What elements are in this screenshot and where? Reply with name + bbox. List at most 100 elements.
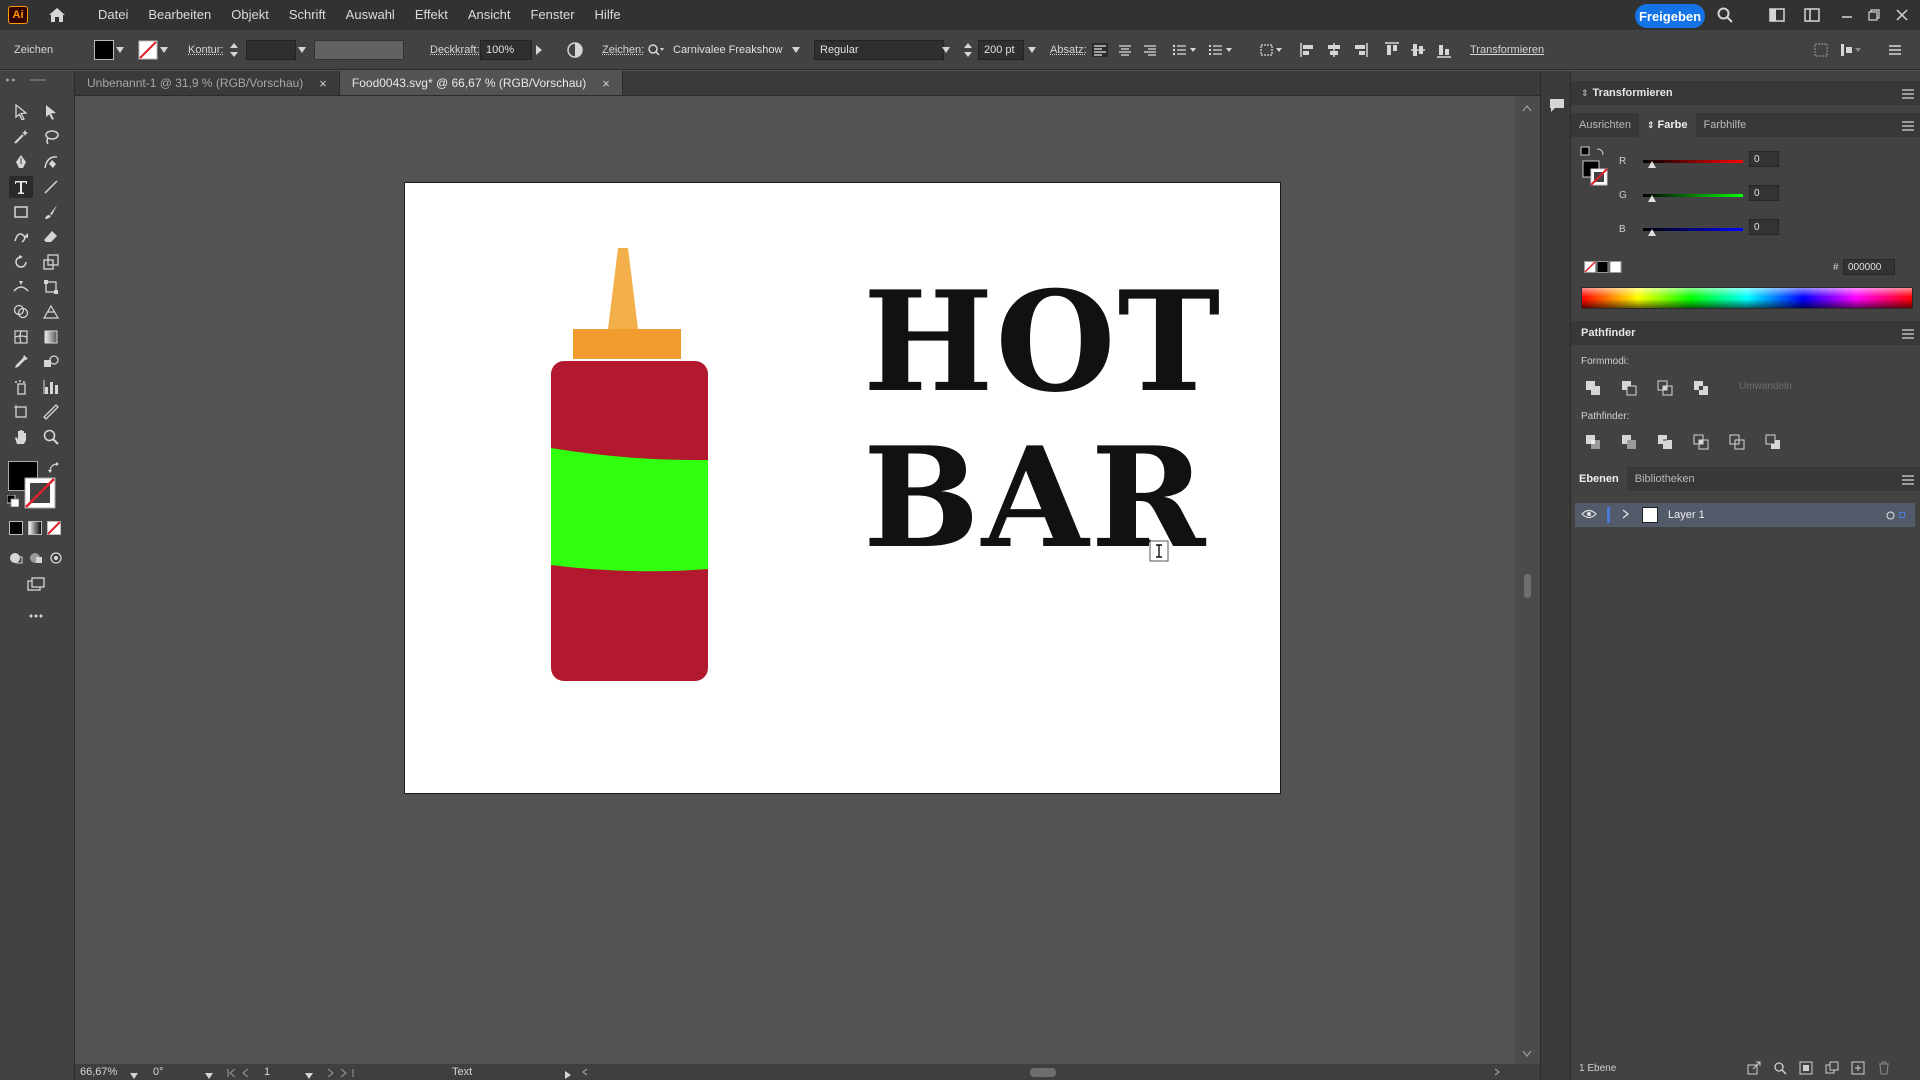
font-size-stepper[interactable] [964, 30, 972, 70]
new-sublayer-icon[interactable] [1825, 1061, 1839, 1075]
minus-back-icon[interactable] [1765, 434, 1781, 450]
free-transform-tool-icon[interactable] [39, 276, 63, 298]
blue-slider[interactable] [1643, 228, 1743, 231]
pen-tool-icon[interactable] [9, 151, 33, 173]
type-tool-icon[interactable] [9, 176, 33, 198]
chevron-right-icon[interactable] [536, 30, 542, 70]
chevron-down-icon[interactable] [130, 1068, 138, 1080]
chevron-down-icon[interactable] [205, 1068, 213, 1080]
stroke-stepper[interactable] [230, 30, 238, 70]
chevron-right-icon[interactable] [565, 1068, 571, 1080]
variable-width-profile[interactable] [314, 30, 404, 70]
tab-farbe[interactable]: ⇕ Farbe [1639, 113, 1696, 137]
opacity-field[interactable]: 100% [480, 40, 532, 60]
color-mode-icon[interactable] [9, 521, 23, 535]
share-button[interactable]: Freigeben [1635, 4, 1705, 28]
line-segment-tool-icon[interactable] [39, 176, 63, 198]
paragraph-label[interactable]: Absatz: [1050, 44, 1087, 56]
color-spectrum[interactable] [1581, 287, 1913, 309]
menu-bearbeiten[interactable]: Bearbeiten [138, 0, 221, 30]
slice-tool-icon[interactable] [39, 401, 63, 423]
mesh-tool-icon[interactable] [9, 326, 33, 348]
new-layer-icon[interactable] [1851, 1061, 1865, 1075]
red-slider-thumb[interactable] [1648, 161, 1656, 168]
headline-hot[interactable]: HOT [863, 273, 1222, 411]
align-to-icon[interactable] [1260, 30, 1284, 70]
eraser-tool-icon[interactable] [39, 226, 63, 248]
bullet-list-icon[interactable] [1172, 30, 1198, 70]
rotation-field[interactable]: 0° [153, 1066, 164, 1078]
quick-swatches[interactable] [1584, 260, 1624, 274]
artboard[interactable]: HOT BAR [404, 182, 1281, 794]
opacity-label[interactable]: Deckkraft: [430, 44, 480, 56]
rotate-tool-icon[interactable] [9, 251, 33, 273]
stroke-label[interactable]: Kontur: [188, 44, 223, 56]
minus-front-icon[interactable] [1621, 380, 1637, 396]
edit-toolbar-icon[interactable] [24, 605, 48, 627]
magic-wand-tool-icon[interactable] [9, 126, 33, 148]
align-bottom-objects-icon[interactable] [1436, 30, 1452, 70]
export-icon[interactable] [1747, 1061, 1761, 1075]
none-mode-icon[interactable] [47, 521, 61, 535]
tab-ausrichten[interactable]: Ausrichten [1571, 113, 1639, 137]
green-slider-thumb[interactable] [1648, 195, 1656, 202]
unite-icon[interactable] [1585, 380, 1601, 396]
symbol-sprayer-tool-icon[interactable] [9, 376, 33, 398]
width-tool-icon[interactable] [9, 276, 33, 298]
blue-value-field[interactable]: 0 [1749, 219, 1779, 235]
artboard-number-field[interactable]: 1 [264, 1066, 270, 1078]
chevron-down-icon[interactable] [1028, 30, 1036, 70]
default-colors-icon[interactable] [7, 495, 19, 507]
layer-target-icon[interactable] [1886, 511, 1895, 520]
red-slider[interactable] [1643, 160, 1743, 163]
hex-value-field[interactable]: 000000 [1843, 259, 1895, 275]
menu-schrift[interactable]: Schrift [279, 0, 336, 30]
align-top-objects-icon[interactable] [1384, 30, 1400, 70]
rectangle-tool-icon[interactable] [9, 201, 33, 223]
chevron-down-icon[interactable] [305, 1068, 313, 1080]
arrange-icon[interactable] [1840, 30, 1862, 70]
menu-hilfe[interactable]: Hilfe [585, 0, 631, 30]
menu-fenster[interactable]: Fenster [520, 0, 584, 30]
panel-menu-icon[interactable] [1902, 474, 1914, 484]
visibility-eye-icon[interactable] [1581, 508, 1603, 522]
hand-tool-icon[interactable] [9, 426, 33, 448]
artboard-tool-icon[interactable] [9, 401, 33, 423]
shaper-tool-icon[interactable] [9, 226, 33, 248]
gradient-mode-icon[interactable] [28, 521, 42, 535]
expand-layer-icon[interactable] [1622, 508, 1638, 522]
merge-icon[interactable] [1657, 434, 1673, 450]
divide-icon[interactable] [1585, 434, 1601, 450]
trim-icon[interactable] [1621, 434, 1637, 450]
arrange-documents-icon[interactable] [1803, 6, 1821, 24]
menu-auswahl[interactable]: Auswahl [336, 0, 405, 30]
clipping-mask-icon[interactable] [1799, 1061, 1813, 1075]
close-icon[interactable]: × [602, 76, 610, 91]
home-icon[interactable] [46, 4, 68, 26]
close-icon[interactable]: × [319, 76, 327, 91]
close-icon[interactable] [1893, 6, 1911, 24]
align-left-objects-icon[interactable] [1300, 30, 1316, 70]
panel-menu-icon[interactable] [1902, 88, 1914, 98]
transform-link[interactable]: Transformieren [1470, 44, 1544, 56]
red-value-field[interactable]: 0 [1749, 151, 1779, 167]
font-search-icon[interactable] [648, 30, 664, 70]
stroke-weight-field[interactable] [246, 30, 308, 70]
intersect-icon[interactable] [1657, 380, 1673, 396]
workspace-icon[interactable] [1768, 6, 1786, 24]
layer-name[interactable]: Layer 1 [1668, 509, 1705, 521]
column-graph-tool-icon[interactable] [39, 376, 63, 398]
curvature-tool-icon[interactable] [39, 151, 63, 173]
comments-icon[interactable] [1549, 97, 1565, 113]
align-center-icon[interactable] [1117, 30, 1133, 70]
chevron-down-icon[interactable] [792, 30, 800, 70]
blue-slider-thumb[interactable] [1648, 229, 1656, 236]
layer-selection-indicator[interactable] [1899, 512, 1905, 518]
expand-button[interactable]: Umwandeln [1739, 381, 1792, 392]
character-label[interactable]: Zeichen: [602, 44, 644, 56]
menu-effekt[interactable]: Effekt [405, 0, 458, 30]
eyedropper-tool-icon[interactable] [9, 351, 33, 373]
control-bar-menu-icon[interactable] [1888, 30, 1902, 70]
delete-layer-icon[interactable] [1877, 1061, 1891, 1075]
align-right-icon[interactable] [1142, 30, 1158, 70]
